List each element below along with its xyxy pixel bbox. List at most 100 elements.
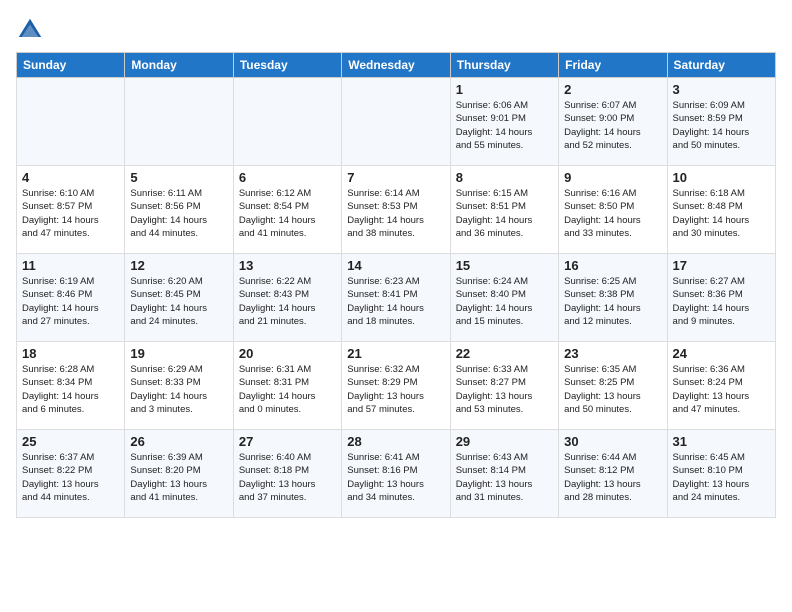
calendar-week-row: 11 Sunrise: 6:19 AM Sunset: 8:46 PM Dayli… <box>17 254 776 342</box>
calendar-cell: 12 Sunrise: 6:20 AM Sunset: 8:45 PM Dayli… <box>125 254 233 342</box>
calendar-cell: 15 Sunrise: 6:24 AM Sunset: 8:40 PM Dayli… <box>450 254 558 342</box>
day-number: 12 <box>130 258 227 273</box>
day-info: Sunrise: 6:23 AM Sunset: 8:41 PM Dayligh… <box>347 275 444 328</box>
day-number: 14 <box>347 258 444 273</box>
day-number: 10 <box>673 170 770 185</box>
calendar-cell: 25 Sunrise: 6:37 AM Sunset: 8:22 PM Dayli… <box>17 430 125 518</box>
day-number: 19 <box>130 346 227 361</box>
day-info: Sunrise: 6:11 AM Sunset: 8:56 PM Dayligh… <box>130 187 227 240</box>
calendar-cell: 28 Sunrise: 6:41 AM Sunset: 8:16 PM Dayli… <box>342 430 450 518</box>
calendar-cell: 2 Sunrise: 6:07 AM Sunset: 9:00 PM Daylig… <box>559 78 667 166</box>
calendar-cell: 5 Sunrise: 6:11 AM Sunset: 8:56 PM Daylig… <box>125 166 233 254</box>
day-number: 6 <box>239 170 336 185</box>
day-info: Sunrise: 6:40 AM Sunset: 8:18 PM Dayligh… <box>239 451 336 504</box>
day-info: Sunrise: 6:27 AM Sunset: 8:36 PM Dayligh… <box>673 275 770 328</box>
day-number: 16 <box>564 258 661 273</box>
calendar-cell: 29 Sunrise: 6:43 AM Sunset: 8:14 PM Dayli… <box>450 430 558 518</box>
day-number: 7 <box>347 170 444 185</box>
calendar-cell: 4 Sunrise: 6:10 AM Sunset: 8:57 PM Daylig… <box>17 166 125 254</box>
day-info: Sunrise: 6:33 AM Sunset: 8:27 PM Dayligh… <box>456 363 553 416</box>
calendar-cell <box>17 78 125 166</box>
day-number: 11 <box>22 258 119 273</box>
day-number: 29 <box>456 434 553 449</box>
calendar-cell: 30 Sunrise: 6:44 AM Sunset: 8:12 PM Dayli… <box>559 430 667 518</box>
day-info: Sunrise: 6:36 AM Sunset: 8:24 PM Dayligh… <box>673 363 770 416</box>
calendar-table: SundayMondayTuesdayWednesdayThursdayFrid… <box>16 52 776 518</box>
day-info: Sunrise: 6:32 AM Sunset: 8:29 PM Dayligh… <box>347 363 444 416</box>
calendar-cell <box>342 78 450 166</box>
calendar-cell: 10 Sunrise: 6:18 AM Sunset: 8:48 PM Dayli… <box>667 166 775 254</box>
day-info: Sunrise: 6:19 AM Sunset: 8:46 PM Dayligh… <box>22 275 119 328</box>
day-of-week-header: Monday <box>125 53 233 78</box>
day-number: 31 <box>673 434 770 449</box>
day-number: 22 <box>456 346 553 361</box>
day-number: 15 <box>456 258 553 273</box>
calendar-cell: 20 Sunrise: 6:31 AM Sunset: 8:31 PM Dayli… <box>233 342 341 430</box>
day-info: Sunrise: 6:15 AM Sunset: 8:51 PM Dayligh… <box>456 187 553 240</box>
calendar-week-row: 25 Sunrise: 6:37 AM Sunset: 8:22 PM Dayli… <box>17 430 776 518</box>
day-info: Sunrise: 6:06 AM Sunset: 9:01 PM Dayligh… <box>456 99 553 152</box>
day-info: Sunrise: 6:14 AM Sunset: 8:53 PM Dayligh… <box>347 187 444 240</box>
calendar-header-row: SundayMondayTuesdayWednesdayThursdayFrid… <box>17 53 776 78</box>
day-info: Sunrise: 6:10 AM Sunset: 8:57 PM Dayligh… <box>22 187 119 240</box>
day-number: 18 <box>22 346 119 361</box>
day-of-week-header: Saturday <box>667 53 775 78</box>
day-info: Sunrise: 6:07 AM Sunset: 9:00 PM Dayligh… <box>564 99 661 152</box>
calendar-cell: 16Sunrise: 6:25 AM Sunset: 8:38 PM Dayli… <box>559 254 667 342</box>
day-of-week-header: Thursday <box>450 53 558 78</box>
day-info: Sunrise: 6:37 AM Sunset: 8:22 PM Dayligh… <box>22 451 119 504</box>
calendar-cell: 9Sunrise: 6:16 AM Sunset: 8:50 PM Daylig… <box>559 166 667 254</box>
day-info: Sunrise: 6:44 AM Sunset: 8:12 PM Dayligh… <box>564 451 661 504</box>
day-of-week-header: Friday <box>559 53 667 78</box>
calendar-cell: 18 Sunrise: 6:28 AM Sunset: 8:34 PM Dayli… <box>17 342 125 430</box>
calendar-cell: 6 Sunrise: 6:12 AM Sunset: 8:54 PM Daylig… <box>233 166 341 254</box>
calendar-week-row: 4 Sunrise: 6:10 AM Sunset: 8:57 PM Daylig… <box>17 166 776 254</box>
calendar-cell: 3 Sunrise: 6:09 AM Sunset: 8:59 PM Daylig… <box>667 78 775 166</box>
calendar-cell: 23Sunrise: 6:35 AM Sunset: 8:25 PM Dayli… <box>559 342 667 430</box>
calendar-cell: 31 Sunrise: 6:45 AM Sunset: 8:10 PM Dayli… <box>667 430 775 518</box>
calendar-cell: 11 Sunrise: 6:19 AM Sunset: 8:46 PM Dayli… <box>17 254 125 342</box>
calendar-week-row: 18 Sunrise: 6:28 AM Sunset: 8:34 PM Dayli… <box>17 342 776 430</box>
calendar-cell <box>125 78 233 166</box>
day-info: Sunrise: 6:39 AM Sunset: 8:20 PM Dayligh… <box>130 451 227 504</box>
day-number: 25 <box>22 434 119 449</box>
day-number: 3 <box>673 82 770 97</box>
day-number: 4 <box>22 170 119 185</box>
day-info: Sunrise: 6:20 AM Sunset: 8:45 PM Dayligh… <box>130 275 227 328</box>
day-info: Sunrise: 6:43 AM Sunset: 8:14 PM Dayligh… <box>456 451 553 504</box>
day-number: 26 <box>130 434 227 449</box>
calendar-cell: 19Sunrise: 6:29 AM Sunset: 8:33 PM Dayli… <box>125 342 233 430</box>
calendar-cell: 21 Sunrise: 6:32 AM Sunset: 8:29 PM Dayli… <box>342 342 450 430</box>
day-info: Sunrise: 6:16 AM Sunset: 8:50 PM Dayligh… <box>564 187 661 240</box>
logo-icon <box>16 16 44 44</box>
day-number: 20 <box>239 346 336 361</box>
calendar-cell: 7 Sunrise: 6:14 AM Sunset: 8:53 PM Daylig… <box>342 166 450 254</box>
day-info: Sunrise: 6:45 AM Sunset: 8:10 PM Dayligh… <box>673 451 770 504</box>
day-info: Sunrise: 6:22 AM Sunset: 8:43 PM Dayligh… <box>239 275 336 328</box>
calendar-cell: 13 Sunrise: 6:22 AM Sunset: 8:43 PM Dayli… <box>233 254 341 342</box>
calendar-cell: 22 Sunrise: 6:33 AM Sunset: 8:27 PM Dayli… <box>450 342 558 430</box>
logo <box>16 16 48 44</box>
day-number: 27 <box>239 434 336 449</box>
calendar-cell: 24Sunrise: 6:36 AM Sunset: 8:24 PM Dayli… <box>667 342 775 430</box>
header <box>16 16 776 44</box>
day-number: 21 <box>347 346 444 361</box>
day-of-week-header: Sunday <box>17 53 125 78</box>
day-info: Sunrise: 6:24 AM Sunset: 8:40 PM Dayligh… <box>456 275 553 328</box>
day-info: Sunrise: 6:28 AM Sunset: 8:34 PM Dayligh… <box>22 363 119 416</box>
day-info: Sunrise: 6:18 AM Sunset: 8:48 PM Dayligh… <box>673 187 770 240</box>
day-info: Sunrise: 6:12 AM Sunset: 8:54 PM Dayligh… <box>239 187 336 240</box>
day-number: 30 <box>564 434 661 449</box>
day-number: 13 <box>239 258 336 273</box>
day-number: 1 <box>456 82 553 97</box>
calendar-cell: 8 Sunrise: 6:15 AM Sunset: 8:51 PM Daylig… <box>450 166 558 254</box>
day-number: 23 <box>564 346 661 361</box>
day-of-week-header: Wednesday <box>342 53 450 78</box>
day-number: 2 <box>564 82 661 97</box>
day-info: Sunrise: 6:31 AM Sunset: 8:31 PM Dayligh… <box>239 363 336 416</box>
day-info: Sunrise: 6:09 AM Sunset: 8:59 PM Dayligh… <box>673 99 770 152</box>
day-number: 5 <box>130 170 227 185</box>
day-info: Sunrise: 6:41 AM Sunset: 8:16 PM Dayligh… <box>347 451 444 504</box>
day-number: 8 <box>456 170 553 185</box>
day-number: 28 <box>347 434 444 449</box>
